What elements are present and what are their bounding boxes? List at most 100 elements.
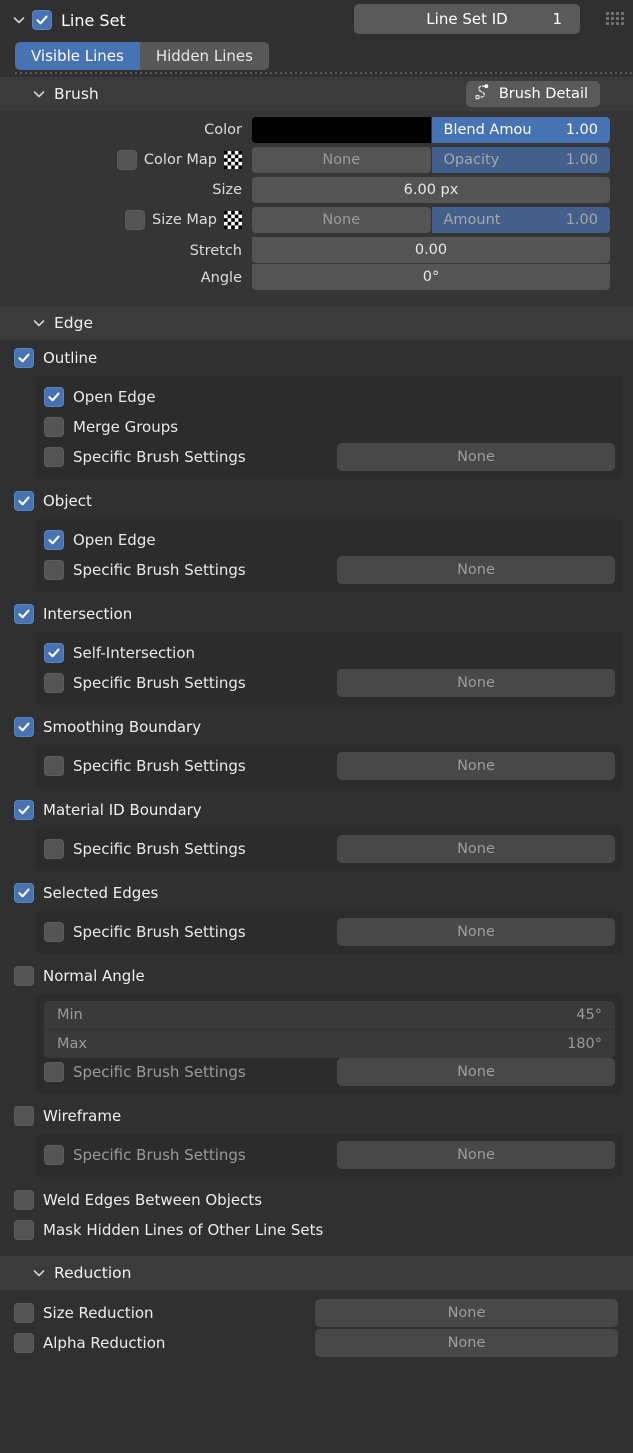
edge-group-selected-edges-checkbox[interactable] xyxy=(14,883,34,903)
edge-group-smoothing-boundary-specific-brush-settings-dropdown[interactable]: None xyxy=(337,752,615,780)
chevron-down-icon[interactable] xyxy=(10,11,28,29)
mask-hidden-lines-label: Mask Hidden Lines of Other Line Sets xyxy=(43,1221,323,1239)
edge-group-normal-angle-slider-max-value: 180° xyxy=(567,1036,602,1052)
alpha-reduction-checkbox[interactable] xyxy=(14,1333,34,1353)
mask-hidden-lines-row[interactable]: Mask Hidden Lines of Other Line Sets xyxy=(0,1215,633,1245)
edge-group-normal-angle-label: Normal Angle xyxy=(43,967,145,985)
edge-group-selected-edges-subpanel: Specific Brush Settings None xyxy=(36,911,623,954)
edge-group-outline-merge-groups-checkbox[interactable] xyxy=(44,417,64,437)
color-map-checkbox[interactable] xyxy=(117,150,137,170)
edge-group-intersection-self-intersection-checkbox[interactable] xyxy=(44,643,64,663)
size-reduction-dropdown[interactable]: None xyxy=(315,1299,618,1327)
checkerboard-icon xyxy=(224,211,242,229)
edge-group-material-id-boundary-checkbox[interactable] xyxy=(14,800,34,820)
line-set-header: Line Set Line Set ID 1 xyxy=(0,0,633,40)
edge-group-intersection-self-intersection-label: Self-Intersection xyxy=(73,644,195,662)
edge-group-intersection-specific-brush-settings-dropdown[interactable]: None xyxy=(337,669,615,697)
edge-group-object-checkbox[interactable] xyxy=(14,491,34,511)
edge-group-selected-edges-specific-brush-settings-checkbox[interactable] xyxy=(44,922,64,942)
edge-group-selected-edges-specific-brush-settings-dropdown[interactable]: None xyxy=(337,918,615,946)
weld-edges-row[interactable]: Weld Edges Between Objects xyxy=(0,1185,633,1215)
edge-group-normal-angle-slider-max[interactable]: Max180° xyxy=(44,1029,615,1058)
drag-grip-icon[interactable] xyxy=(606,12,623,24)
edge-group-wireframe-specific-brush-settings-checkbox[interactable] xyxy=(44,1145,64,1165)
edge-group-outline-open-edge-label: Open Edge xyxy=(73,388,156,406)
brush-blend-amount-value: 1.00 xyxy=(566,122,598,138)
line-set-enable-checkbox[interactable] xyxy=(32,10,52,30)
tab-underline-divider xyxy=(15,72,633,74)
brush-section-title: Brush xyxy=(54,85,99,103)
brush-detail-button[interactable]: Brush Detail xyxy=(466,81,600,107)
edge-group-smoothing-boundary-checkbox[interactable] xyxy=(14,717,34,737)
alpha-reduction-dropdown[interactable]: None xyxy=(315,1329,618,1357)
edge-group-normal-angle-slider-stack: Min45°Max180° xyxy=(44,1001,615,1058)
edge-group-intersection-subpanel: Self-IntersectionSpecific Brush Settings… xyxy=(36,632,623,705)
edge-section-title: Edge xyxy=(54,314,93,332)
edge-group-object-specific-brush-settings-checkbox[interactable] xyxy=(44,560,64,580)
brush-section-header[interactable]: Brush Brush Detail xyxy=(0,76,633,111)
weld-edges-label: Weld Edges Between Objects xyxy=(43,1191,262,1209)
edge-group-intersection-specific-brush-settings-checkbox[interactable] xyxy=(44,673,64,693)
chevron-down-icon[interactable] xyxy=(30,1264,48,1282)
edge-group-outline-open-edge-checkbox[interactable] xyxy=(44,387,64,407)
edge-group-material-id-boundary-subpanel: Specific Brush SettingsNone xyxy=(36,828,623,871)
edge-group-wireframe-specific-brush-settings-label: Specific Brush Settings xyxy=(73,1146,246,1164)
chevron-down-icon[interactable] xyxy=(30,314,48,332)
edge-section-header[interactable]: Edge xyxy=(0,305,633,340)
chevron-down-icon[interactable] xyxy=(30,85,48,103)
brush-angle-field[interactable]: 0° xyxy=(252,264,610,290)
edge-group-material-id-boundary-specific-brush-settings-checkbox[interactable] xyxy=(44,839,64,859)
reduction-section-header[interactable]: Reduction xyxy=(0,1255,633,1290)
color-map-opacity-value: 1.00 xyxy=(566,152,598,168)
edge-group-object-specific-brush-settings-label: Specific Brush Settings xyxy=(73,561,246,579)
edge-group-outline-specific-brush-settings-dropdown[interactable]: None xyxy=(337,443,615,471)
brush-size-value: 6.00 px xyxy=(404,182,459,198)
brush-color-row: Color Blend Amou 1.00 xyxy=(0,117,633,143)
edge-group-normal-angle-slider-min[interactable]: Min45° xyxy=(44,1001,615,1029)
brush-color-swatch[interactable] xyxy=(252,117,431,143)
edge-group-outline-checkbox[interactable] xyxy=(14,348,34,368)
edge-group-wireframe-subpanel: Specific Brush Settings None xyxy=(36,1134,623,1177)
edge-group-normal-angle-specific-brush-settings-dropdown[interactable]: None xyxy=(337,1058,615,1086)
brush-angle-value: 0° xyxy=(423,269,439,285)
line-set-id-field[interactable]: Line Set ID 1 xyxy=(354,4,580,34)
brush-blend-amount-slider[interactable]: Blend Amou 1.00 xyxy=(432,117,611,143)
edge-group-intersection-self-intersection-row: Self-Intersection xyxy=(44,639,615,667)
edge-group-intersection-row: Intersection xyxy=(0,600,633,628)
edge-group-smoothing-boundary-label: Smoothing Boundary xyxy=(43,718,201,736)
size-map-checkbox[interactable] xyxy=(125,210,145,230)
edge-group-wireframe-specific-brush-settings-dropdown[interactable]: None xyxy=(337,1141,615,1169)
edge-group-normal-angle-specific-brush-settings-row: Specific Brush SettingsNone xyxy=(44,1058,615,1086)
edge-group-material-id-boundary-specific-brush-settings-dropdown[interactable]: None xyxy=(337,835,615,863)
tab-visible-lines[interactable]: Visible Lines xyxy=(15,42,140,70)
brush-stretch-label: Stretch xyxy=(0,243,252,259)
color-map-texture-dropdown[interactable]: None xyxy=(252,147,431,173)
mask-hidden-lines-checkbox[interactable] xyxy=(14,1220,34,1240)
weld-edges-checkbox[interactable] xyxy=(14,1190,34,1210)
size-map-amount-slider[interactable]: Amount 1.00 xyxy=(432,207,611,233)
edge-group-object-specific-brush-settings-dropdown[interactable]: None xyxy=(337,556,615,584)
brush-stretch-field[interactable]: 0.00 xyxy=(252,237,610,263)
edge-group-normal-angle-checkbox[interactable] xyxy=(14,966,34,986)
edge-group-smoothing-boundary-specific-brush-settings-checkbox[interactable] xyxy=(44,756,64,776)
edge-group-object-label: Object xyxy=(43,492,92,510)
edge-group-selected-edges-label: Selected Edges xyxy=(43,884,158,902)
brush-size-field[interactable]: 6.00 px xyxy=(252,177,610,203)
tab-hidden-lines[interactable]: Hidden Lines xyxy=(140,42,269,70)
color-map-label: Color Map xyxy=(144,152,217,168)
edge-group-smoothing-boundary-specific-brush-settings-label: Specific Brush Settings xyxy=(73,757,246,775)
edge-group-object-open-edge-checkbox[interactable] xyxy=(44,530,64,550)
size-map-amount-value: 1.00 xyxy=(566,212,598,228)
edge-group-normal-angle-specific-brush-settings-checkbox[interactable] xyxy=(44,1062,64,1082)
edge-group-intersection-checkbox[interactable] xyxy=(14,604,34,624)
edge-group-outline-specific-brush-settings-label: Specific Brush Settings xyxy=(73,448,246,466)
edge-group-object-open-edge-label: Open Edge xyxy=(73,531,156,549)
edge-group-material-id-boundary-label: Material ID Boundary xyxy=(43,801,202,819)
size-reduction-label: Size Reduction xyxy=(43,1304,154,1322)
edge-group-selected-edges-specific-brush-settings-label: Specific Brush Settings xyxy=(73,923,246,941)
edge-group-outline-specific-brush-settings-checkbox[interactable] xyxy=(44,447,64,467)
size-reduction-checkbox[interactable] xyxy=(14,1303,34,1323)
size-map-texture-dropdown[interactable]: None xyxy=(252,207,431,233)
color-map-opacity-slider[interactable]: Opacity 1.00 xyxy=(432,147,611,173)
edge-group-wireframe-checkbox[interactable] xyxy=(14,1106,34,1126)
